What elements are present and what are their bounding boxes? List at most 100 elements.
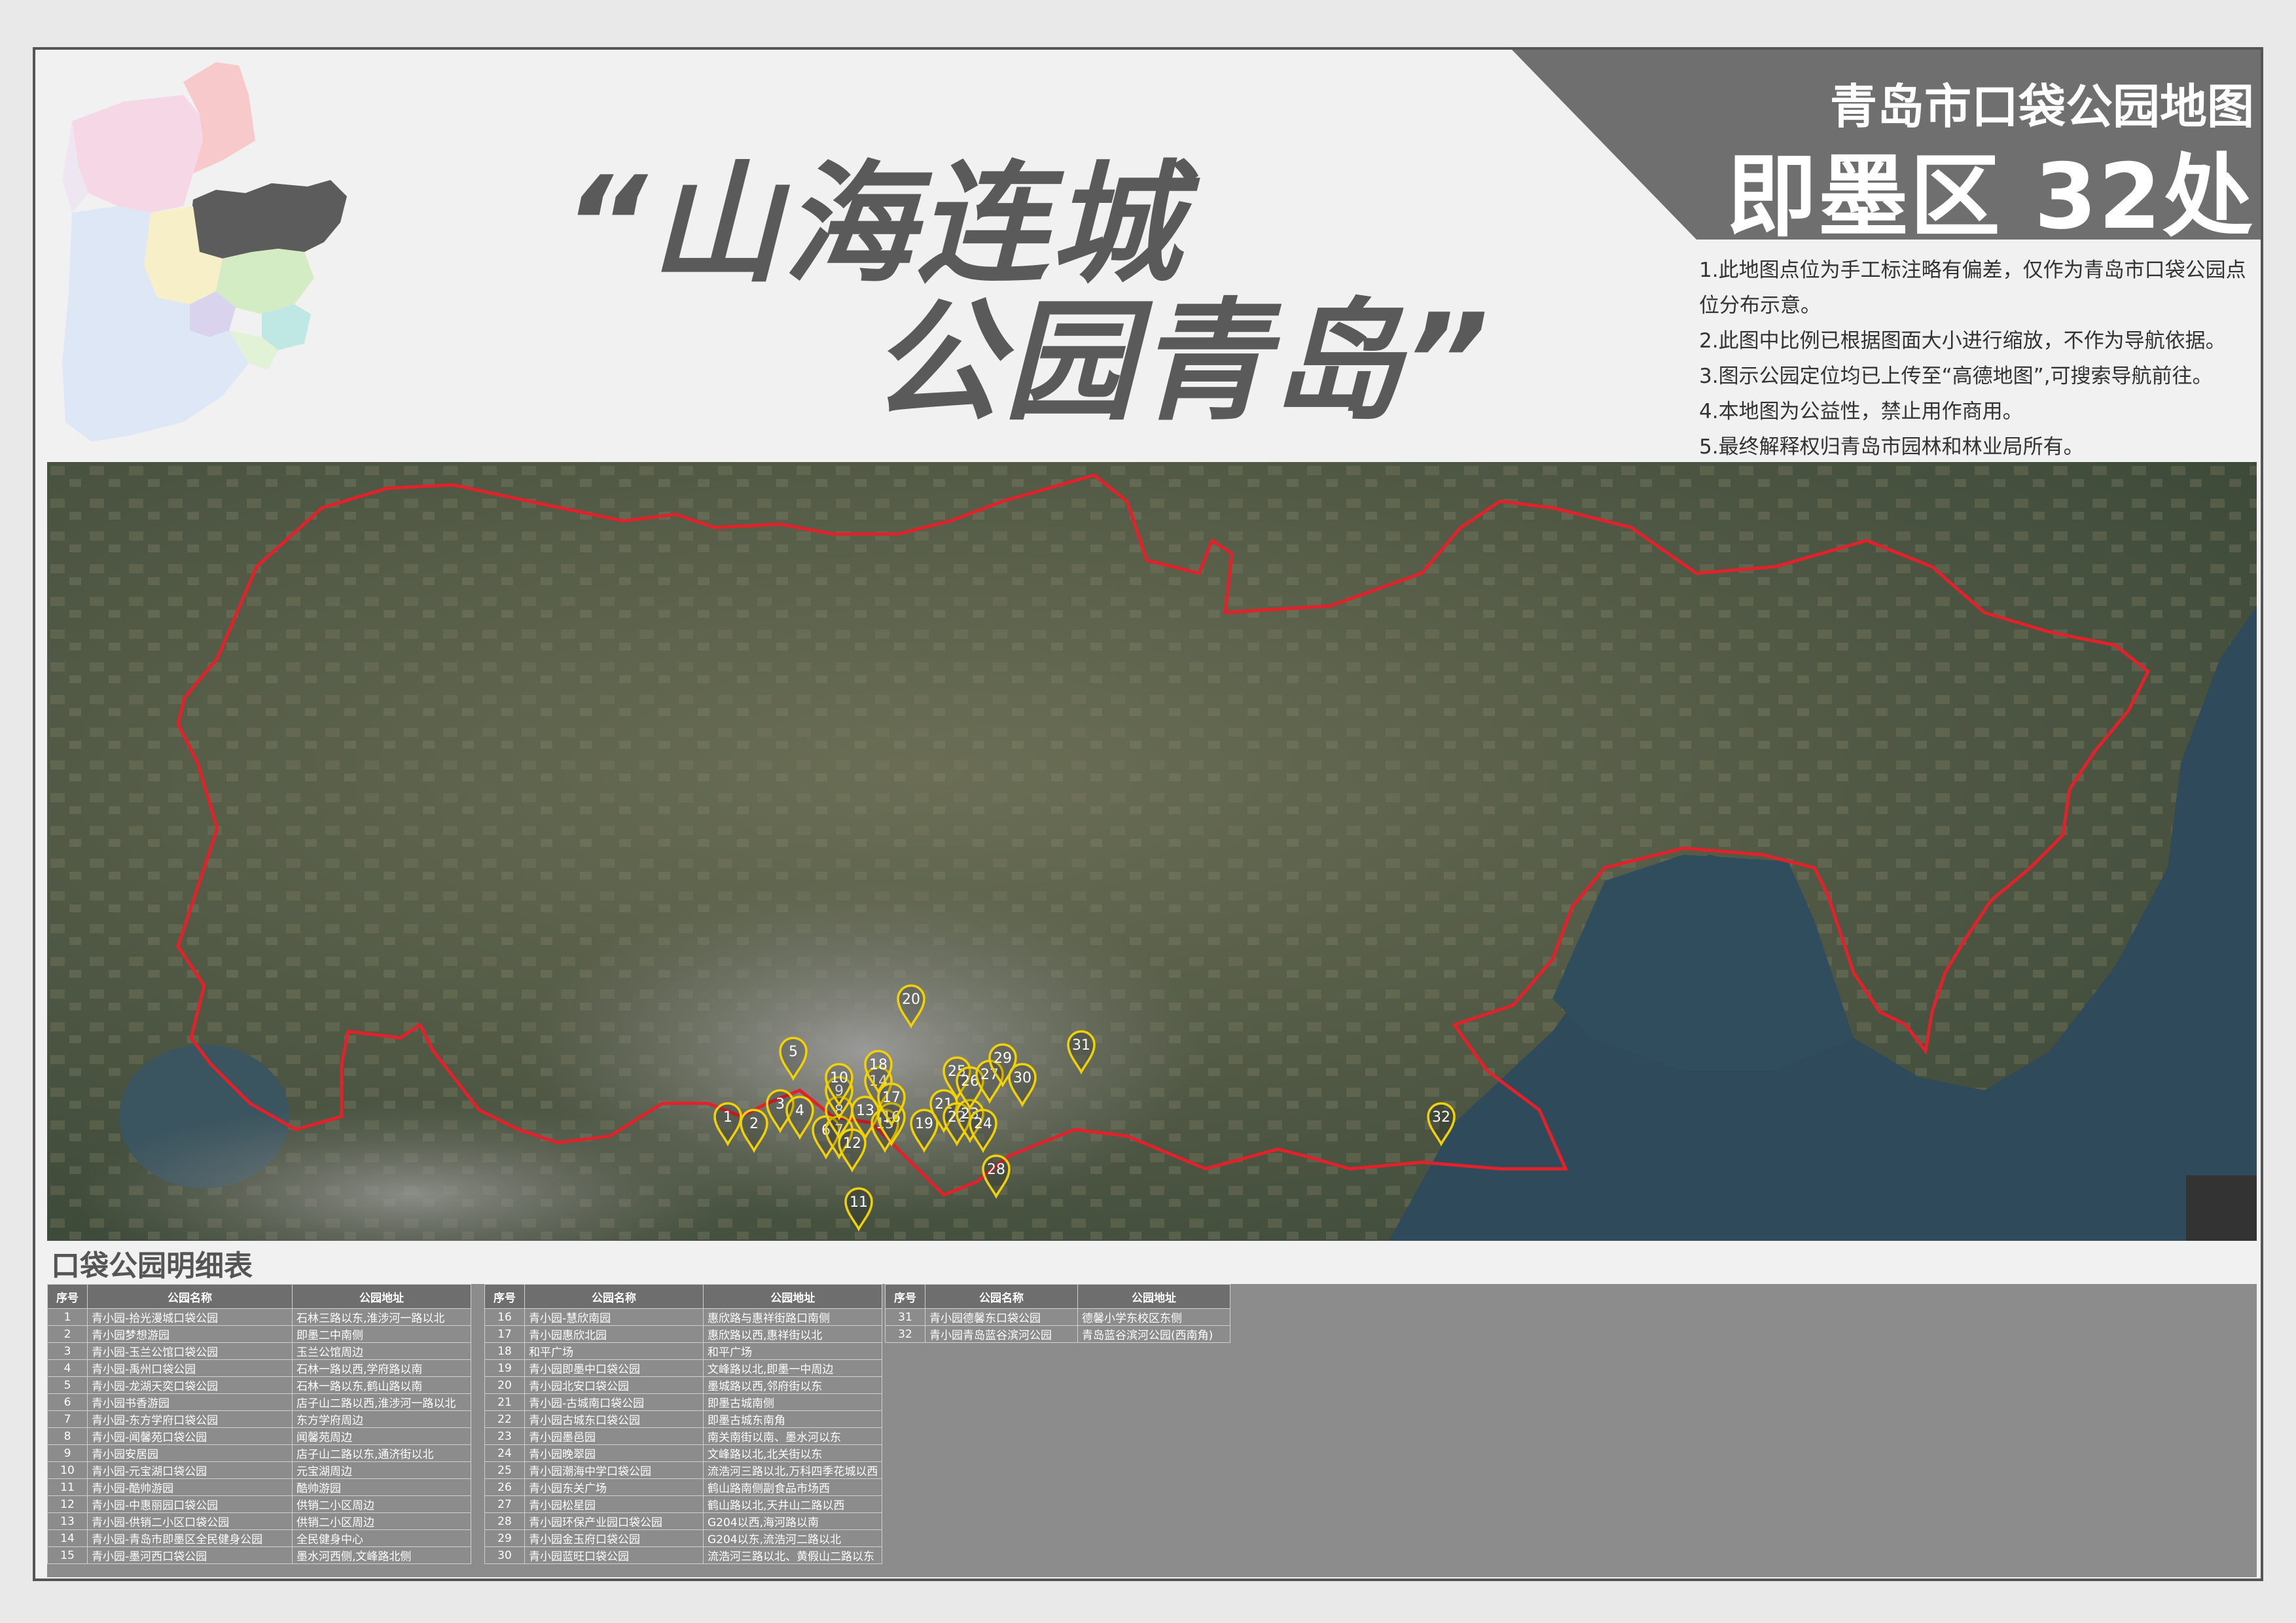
cell-no: 16 xyxy=(484,1308,525,1326)
cell-name: 青小园古城东口袋公园 xyxy=(524,1410,704,1428)
district-title: 即墨区 32处 xyxy=(1726,144,2254,249)
cell-name: 青小园晚翠园 xyxy=(524,1444,704,1462)
table-row: 16 青小园-慧欣南园 惠欣路与惠祥街路口南侧 xyxy=(484,1308,883,1326)
table-row: 23 青小园墨邑园 南关南街以南、墨水河以东 xyxy=(484,1427,883,1445)
table-row: 25 青小园潮海中学口袋公园 流浩河三路以北,万科四季花城以西 xyxy=(484,1461,883,1479)
park-detail-table: 序号 公园名称 公园地址 1 青小园-拾光漫城口袋公园 石林三路以东,淮涉河一路以北… xyxy=(47,1284,2257,1577)
cell-addr: 东方学府周边 xyxy=(292,1410,471,1428)
cell-no: 30 xyxy=(484,1546,525,1564)
cell-addr: 鹤山路以北,天井山二路以西 xyxy=(702,1495,883,1513)
table-row: 10 青小园-元宝湖口袋公园 元宝湖周边 xyxy=(47,1461,471,1479)
cell-name: 青小园青岛蓝谷滨河公园 xyxy=(925,1325,1078,1343)
table-row: 3 青小园-玉兰公馆口袋公园 玉兰公馆周边 xyxy=(47,1342,471,1360)
cell-no: 9 xyxy=(47,1444,88,1462)
header-name: 公园名称 xyxy=(87,1284,293,1309)
pin-label: 10 xyxy=(830,1070,848,1086)
table-row: 21 青小园-古城南口袋公园 即墨古城南侧 xyxy=(484,1393,883,1411)
pin-label: 29 xyxy=(994,1050,1012,1067)
cell-no: 7 xyxy=(47,1410,88,1428)
table-row: 6 青小园书香游园 店子山二路以西,淮涉河一路以北 xyxy=(47,1393,471,1411)
note-item: 2.此图中比例已根据图面大小进行缩放，不作为导航依据。 xyxy=(1699,329,2226,353)
header-name: 公园名称 xyxy=(925,1284,1078,1309)
cell-no: 2 xyxy=(47,1325,88,1343)
cell-no: 5 xyxy=(47,1376,88,1394)
cell-no: 8 xyxy=(47,1427,88,1445)
pin-label: 19 xyxy=(915,1116,933,1132)
cell-name: 青小园梦想游园 xyxy=(87,1325,293,1343)
pin-label: 1 xyxy=(723,1109,732,1126)
pin-label: 30 xyxy=(1013,1070,1031,1086)
map-notes: 1.此地图点位为手工标注略有偏差，仅作为青岛市口袋公园点位分布示意。 2.此图中… xyxy=(1699,253,2262,465)
cell-name: 青小园潮海中学口袋公园 xyxy=(524,1461,704,1479)
header-no: 序号 xyxy=(885,1284,925,1309)
note-item: 5.最终解释权归青岛市园林和林业局所有。 xyxy=(1699,435,2084,459)
cell-name: 青小园-酷帅游园 xyxy=(87,1478,293,1496)
cell-addr: 石林三路以东,淮涉河一路以北 xyxy=(292,1308,471,1326)
cell-no: 24 xyxy=(484,1444,525,1462)
cell-name: 青小园-青岛市即墨区全民健身公园 xyxy=(87,1529,293,1547)
note-item: 3.图示公园定位均已上传至“高德地图”,可搜索导航前往。 xyxy=(1699,365,2213,388)
table-row: 19 青小园即墨中口袋公园 文峰路以北,即墨一中周边 xyxy=(484,1359,883,1377)
table-row: 4 青小园-禹州口袋公园 石林一路以西,学府路以南 xyxy=(47,1359,471,1377)
table-row: 18 和平广场 和平广场 xyxy=(484,1342,883,1360)
table-row: 2 青小园梦想游园 即墨二中南侧 xyxy=(47,1325,471,1343)
cell-name: 青小园北安口袋公园 xyxy=(524,1376,704,1394)
pin-label: 32 xyxy=(1432,1109,1450,1126)
cell-addr: 店子山二路以东,通济街以北 xyxy=(292,1444,471,1462)
cell-no: 21 xyxy=(484,1393,525,1411)
cell-no: 29 xyxy=(484,1529,525,1547)
header-addr: 公园地址 xyxy=(702,1284,883,1309)
cell-name: 青小园-玉兰公馆口袋公园 xyxy=(87,1342,293,1360)
cell-no: 25 xyxy=(484,1461,525,1479)
cell-addr: 墨城路以西,邻府街以东 xyxy=(702,1376,883,1394)
cell-no: 18 xyxy=(484,1342,525,1360)
cell-name: 青小园-闻馨苑口袋公园 xyxy=(87,1427,293,1445)
region-jimo-highlight xyxy=(190,180,347,259)
cell-name: 青小园蓝旺口袋公园 xyxy=(524,1546,704,1564)
corner-marker xyxy=(2186,1175,2257,1241)
cell-addr: 全民健身中心 xyxy=(292,1529,471,1547)
table-row: 20 青小园北安口袋公园 墨城路以西,邻府街以东 xyxy=(484,1376,883,1394)
cell-name: 青小园-元宝湖口袋公园 xyxy=(87,1461,293,1479)
table-row: 22 青小园古城东口袋公园 即墨古城东南角 xyxy=(484,1410,883,1428)
detail-table-col-2: 序号 公园名称 公园地址 16 青小园-慧欣南园 惠欣路与惠祥街路口南侧 17 青小园惠… xyxy=(484,1284,883,1564)
cell-addr: 石林一路以西,学府路以南 xyxy=(292,1359,471,1377)
cell-name: 青小园-中惠丽园口袋公园 xyxy=(87,1495,293,1513)
header-no: 序号 xyxy=(47,1284,88,1309)
cell-addr: 墨水河西侧,文峰路北侧 xyxy=(292,1546,471,1564)
cell-name: 青小园安居园 xyxy=(87,1444,293,1462)
header-addr: 公园地址 xyxy=(1077,1284,1230,1309)
cell-addr: 即墨二中南侧 xyxy=(292,1325,471,1343)
satellite-map[interactable]: 1234567891011121314151617181920212223242… xyxy=(47,462,2257,1241)
cell-name: 青小园-东方学府口袋公园 xyxy=(87,1410,293,1428)
cell-addr: 青岛蓝谷滨河公园(西南角) xyxy=(1077,1325,1230,1343)
locator-map xyxy=(62,62,347,442)
pin-label: 28 xyxy=(987,1162,1005,1178)
table-row: 13 青小园-供销二小区口袋公园 供销二小区周边 xyxy=(47,1512,471,1530)
cell-addr: 即墨古城东南角 xyxy=(702,1410,883,1428)
cell-name: 青小园书香游园 xyxy=(87,1393,293,1411)
note-item: 1.此地图点位为手工标注略有偏差，仅作为青岛市口袋公园点位分布示意。 xyxy=(1699,259,2246,317)
cell-no: 10 xyxy=(47,1461,88,1479)
region-pink-west xyxy=(72,95,203,213)
slogan-line-2: 公园青岛” xyxy=(870,286,1492,438)
table-row: 29 青小园金玉府口袋公园 G204以东,流浩河二路以北 xyxy=(484,1529,883,1547)
table-row: 14 青小园-青岛市即墨区全民健身公园 全民健身中心 xyxy=(47,1529,471,1547)
table-row: 15 青小园-墨河西口袋公园 墨水河西侧,文峰路北侧 xyxy=(47,1546,471,1564)
cell-no: 32 xyxy=(885,1325,925,1343)
cell-addr: 供销二小区周边 xyxy=(292,1512,471,1530)
cell-addr: 和平广场 xyxy=(702,1342,883,1360)
cell-no: 14 xyxy=(47,1529,88,1547)
cell-addr: 流浩河三路以北,万科四季花城以西 xyxy=(702,1461,883,1479)
cell-no: 13 xyxy=(47,1512,88,1530)
cell-addr: 德馨小学东校区东侧 xyxy=(1077,1308,1230,1326)
table-row: 32 青小园青岛蓝谷滨河公园 青岛蓝谷滨河公园(西南角) xyxy=(885,1325,1230,1343)
header-no: 序号 xyxy=(484,1284,525,1309)
cell-name: 青小园环保产业园口袋公园 xyxy=(524,1512,704,1530)
table-row: 26 青小园东关广场 鹤山路南侧副食品市场西 xyxy=(484,1478,883,1496)
cell-addr: 惠欣路与惠祥街路口南侧 xyxy=(702,1308,883,1326)
table-row: 30 青小园蓝旺口袋公园 流浩河三路以北、黄假山二路以东 xyxy=(484,1546,883,1564)
cell-name: 青小园-慧欣南园 xyxy=(524,1308,704,1326)
cell-addr: 惠欣路以西,惠祥街以北 xyxy=(702,1325,883,1343)
pin-label: 5 xyxy=(789,1044,798,1060)
